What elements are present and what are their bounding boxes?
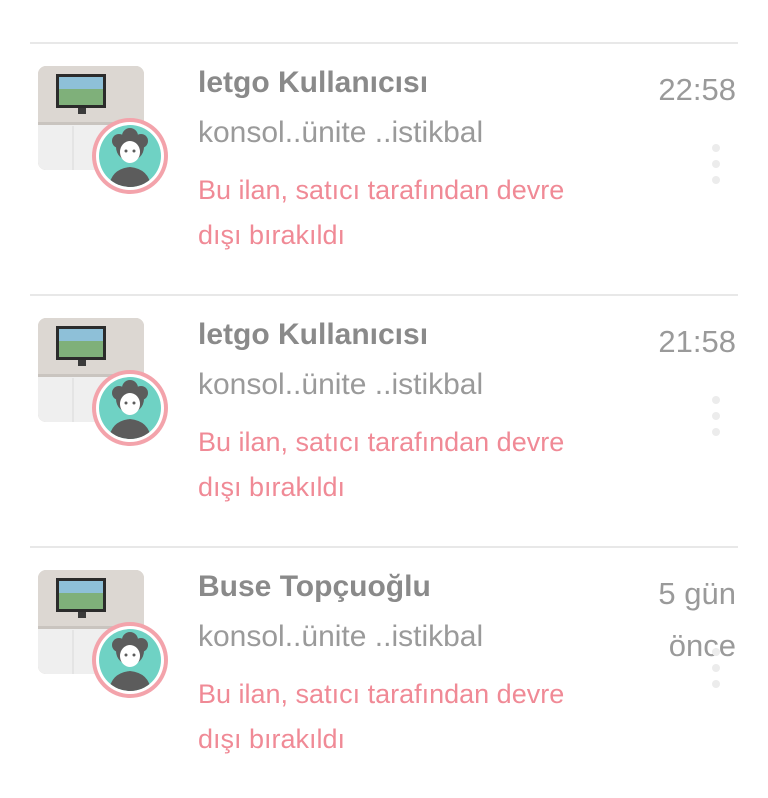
listing-title: konsol..ünite ..istikbal [198,368,484,401]
sender-name: Buse Topçuoğlu [198,570,431,603]
sender-name: letgo Kullanıcısı [198,66,429,99]
more-vertical-icon[interactable] [708,648,724,690]
listing-status: Bu ilan, satıcı tarafından devre dışı bı… [198,679,565,754]
message-time: 22:58 [658,72,736,107]
listing-status: Bu ilan, satıcı tarafından devre dışı bı… [198,427,565,502]
message-time: 21:58 [658,324,736,359]
sender-name: letgo Kullanıcısı [198,318,429,351]
user-avatar-icon [92,370,168,446]
conversation-item[interactable]: letgo Kullanıcısı konsol..ünite ..istikb… [0,44,768,294]
more-vertical-icon[interactable] [708,144,724,186]
more-vertical-icon[interactable] [708,396,724,438]
user-avatar-icon [92,622,168,698]
conversation-list: letgo Kullanıcısı konsol..ünite ..istikb… [0,0,768,768]
user-avatar-icon [92,118,168,194]
listing-title: konsol..ünite ..istikbal [198,620,484,653]
listing-status: Bu ilan, satıcı tarafından devre dışı bı… [198,175,565,250]
conversation-item[interactable]: letgo Kullanıcısı konsol..ünite ..istikb… [0,296,768,546]
listing-title: konsol..ünite ..istikbal [198,116,484,149]
conversation-item[interactable]: Buse Topçuoğlu konsol..ünite ..istikbal … [0,548,768,798]
